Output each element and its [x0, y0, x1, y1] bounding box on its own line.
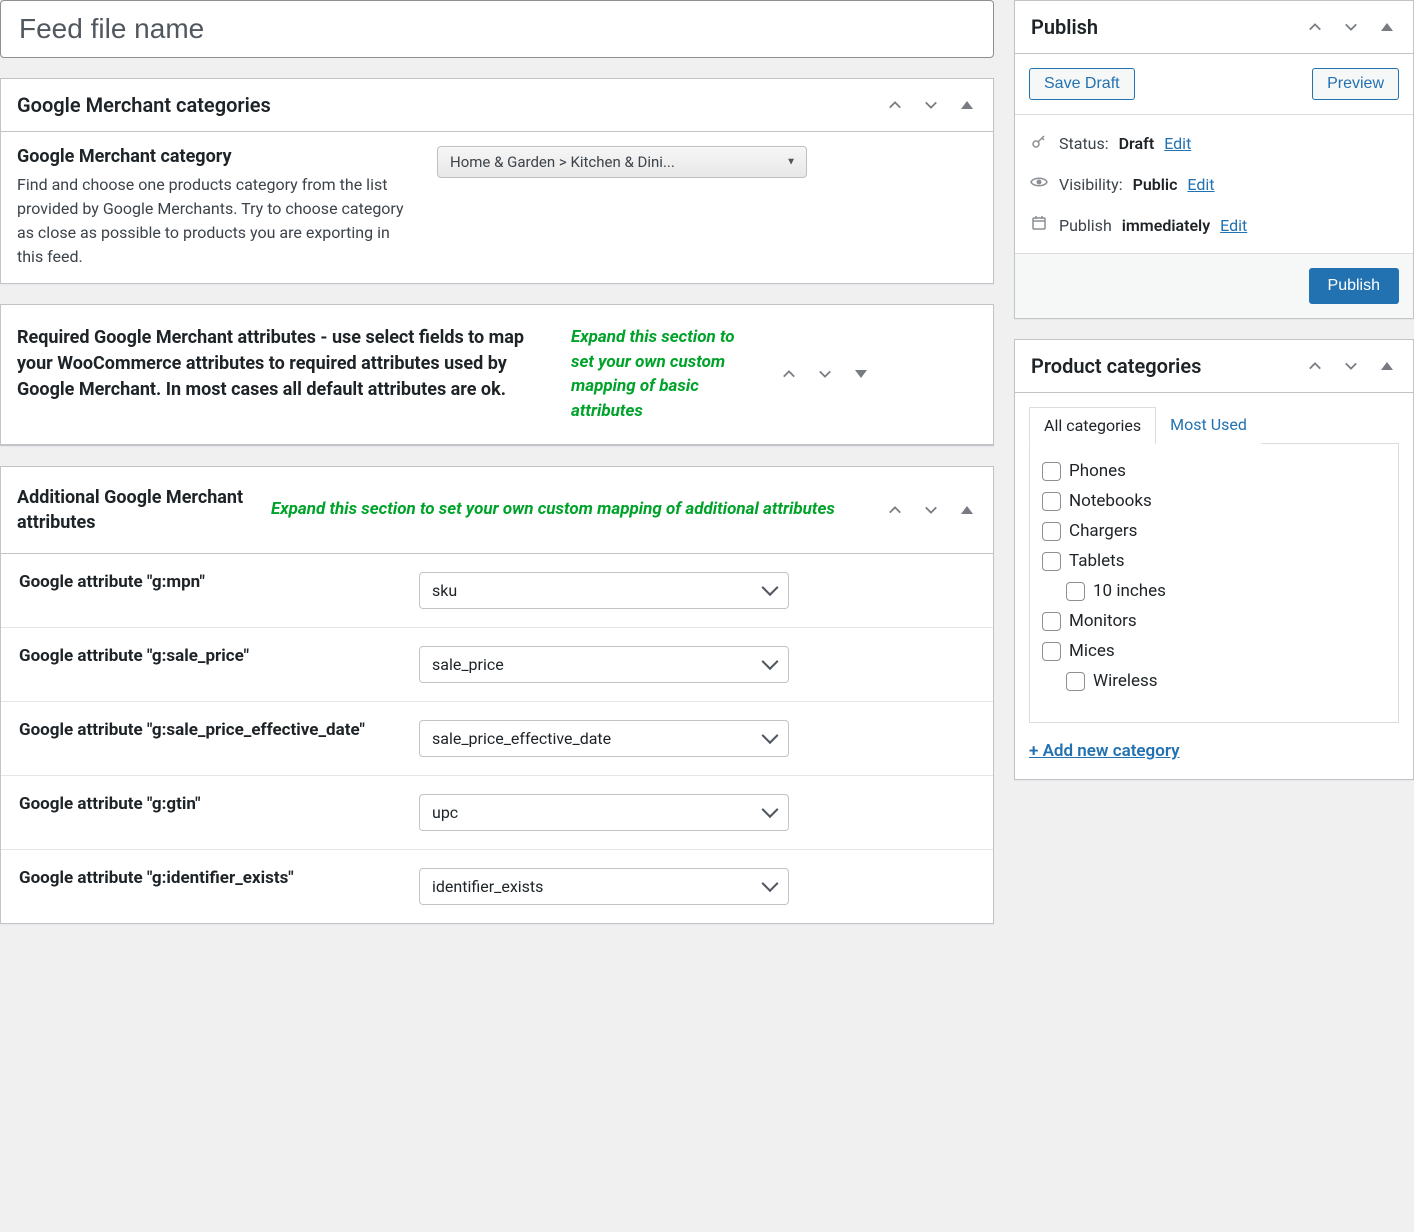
category-label[interactable]: Chargers — [1069, 521, 1137, 541]
category-label[interactable]: Phones — [1069, 461, 1126, 481]
gmc-category-select[interactable]: Home & Garden > Kitchen & Dini... — [437, 146, 807, 178]
attribute-row: Google attribute "g:gtin" upc — [1, 775, 993, 849]
category-item: Monitors — [1038, 606, 1390, 636]
panel-move-down[interactable] — [913, 87, 949, 123]
visibility-value: Public — [1133, 175, 1178, 194]
schedule-value: immediately — [1122, 216, 1210, 235]
panel-move-up[interactable] — [1297, 9, 1333, 45]
category-checkbox[interactable] — [1066, 672, 1085, 691]
panel-move-down[interactable] — [1333, 9, 1369, 45]
category-label[interactable]: Mices — [1069, 641, 1115, 661]
panel-move-up[interactable] — [1297, 348, 1333, 384]
panel-move-up[interactable] — [877, 492, 913, 528]
eye-icon — [1029, 173, 1049, 195]
attribute-select[interactable]: upc — [419, 794, 789, 831]
category-label[interactable]: Tablets — [1069, 551, 1124, 571]
category-label[interactable]: Monitors — [1069, 611, 1137, 631]
category-label[interactable]: 10 inches — [1093, 581, 1166, 601]
attribute-select[interactable]: sale_price_effective_date — [419, 720, 789, 757]
category-item: Notebooks — [1038, 486, 1390, 516]
panel-toggle[interactable] — [843, 356, 879, 392]
publish-button[interactable]: Publish — [1309, 268, 1399, 304]
category-checkbox[interactable] — [1042, 642, 1061, 661]
attribute-select[interactable]: identifier_exists — [419, 868, 789, 905]
attribute-value: upc — [432, 803, 458, 822]
category-item: 10 inches — [1038, 576, 1390, 606]
attribute-row: Google attribute "g:sale_price_effective… — [1, 701, 993, 775]
panel-required-attributes: Required Google Merchant attributes - us… — [0, 304, 994, 446]
attribute-label: Google attribute "g:gtin" — [19, 794, 419, 814]
panel-title: Google Merchant categories — [1, 79, 877, 131]
status-value: Draft — [1119, 134, 1155, 153]
attribute-row: Google attribute "g:sale_price" sale_pric… — [1, 627, 993, 701]
preview-button[interactable]: Preview — [1312, 68, 1399, 100]
category-checkbox[interactable] — [1042, 552, 1061, 571]
status-label: Status: — [1059, 134, 1109, 153]
category-item: Phones — [1038, 456, 1390, 486]
triangle-down-icon — [855, 370, 867, 378]
categories-title: Product categories — [1015, 340, 1297, 392]
panel-move-down[interactable] — [1333, 348, 1369, 384]
visibility-edit-link[interactable]: Edit — [1187, 175, 1214, 194]
triangle-up-icon — [961, 101, 973, 109]
panel-toggle[interactable] — [949, 87, 985, 123]
category-checkbox[interactable] — [1066, 582, 1085, 601]
add-new-category-link[interactable]: + Add new category — [1029, 741, 1180, 761]
status-edit-link[interactable]: Edit — [1164, 134, 1191, 153]
attribute-row: Google attribute "g:mpn" sku — [1, 554, 993, 627]
tab-all-categories[interactable]: All categories — [1029, 407, 1156, 444]
attribute-label: Google attribute "g:identifier_exists" — [19, 868, 419, 888]
attribute-value: sale_price — [432, 655, 504, 674]
feed-title-input[interactable] — [0, 0, 994, 58]
publish-title: Publish — [1015, 1, 1297, 53]
category-item: Wireless — [1038, 666, 1390, 696]
panel-move-down[interactable] — [807, 356, 843, 392]
key-icon — [1029, 133, 1049, 153]
category-item: Mices — [1038, 636, 1390, 666]
attribute-label: Google attribute "g:sale_price" — [19, 646, 419, 666]
save-draft-button[interactable]: Save Draft — [1029, 68, 1135, 100]
category-checkbox[interactable] — [1042, 462, 1061, 481]
schedule-edit-link[interactable]: Edit — [1220, 216, 1247, 235]
panel-move-down[interactable] — [913, 492, 949, 528]
required-attrs-hint: Expand this section to set your own cust… — [561, 305, 771, 444]
attribute-select[interactable]: sku — [419, 572, 789, 609]
category-label[interactable]: Notebooks — [1069, 491, 1152, 511]
panel-toggle[interactable] — [949, 492, 985, 528]
gmc-category-help: Find and choose one products category fr… — [17, 173, 417, 269]
category-checkbox[interactable] — [1042, 612, 1061, 631]
gmc-category-selected: Home & Garden > Kitchen & Dini... — [450, 153, 675, 171]
gmc-category-label: Google Merchant category — [17, 146, 417, 167]
panel-move-up[interactable] — [877, 87, 913, 123]
attribute-value: sale_price_effective_date — [432, 729, 611, 748]
triangle-up-icon — [1381, 362, 1393, 370]
panel-product-categories: Product categories All categories Most U… — [1014, 339, 1414, 780]
category-item: Tablets — [1038, 546, 1390, 576]
tab-most-used[interactable]: Most Used — [1156, 407, 1261, 444]
attribute-label: Google attribute "g:mpn" — [19, 572, 419, 592]
additional-attrs-hint: Expand this section to set your own cust… — [261, 480, 877, 540]
attribute-label: Google attribute "g:sale_price_effective… — [19, 720, 419, 740]
attribute-select[interactable]: sale_price — [419, 646, 789, 683]
category-label[interactable]: Wireless — [1093, 671, 1158, 691]
attribute-value: identifier_exists — [432, 877, 543, 896]
attribute-row: Google attribute "g:identifier_exists" id… — [1, 849, 993, 923]
visibility-label: Visibility: — [1059, 175, 1123, 194]
category-checkbox[interactable] — [1042, 522, 1061, 541]
category-item: Chargers — [1038, 516, 1390, 546]
panel-gmc-categories: Google Merchant categories Goog — [0, 78, 994, 284]
panel-additional-attributes: Additional Google Merchant attributes Ex… — [0, 466, 994, 924]
panel-toggle[interactable] — [1369, 9, 1405, 45]
schedule-label: Publish — [1059, 216, 1112, 235]
panel-toggle[interactable] — [1369, 348, 1405, 384]
category-checkbox[interactable] — [1042, 492, 1061, 511]
triangle-up-icon — [961, 506, 973, 514]
additional-attrs-title: Additional Google Merchant attributes — [1, 467, 261, 553]
attribute-value: sku — [432, 581, 457, 600]
required-attrs-title: Required Google Merchant attributes - us… — [1, 305, 561, 444]
calendar-icon — [1029, 215, 1049, 235]
panel-publish: Publish Save Draft Preview — [1014, 0, 1414, 319]
triangle-up-icon — [1381, 23, 1393, 31]
panel-move-up[interactable] — [771, 356, 807, 392]
